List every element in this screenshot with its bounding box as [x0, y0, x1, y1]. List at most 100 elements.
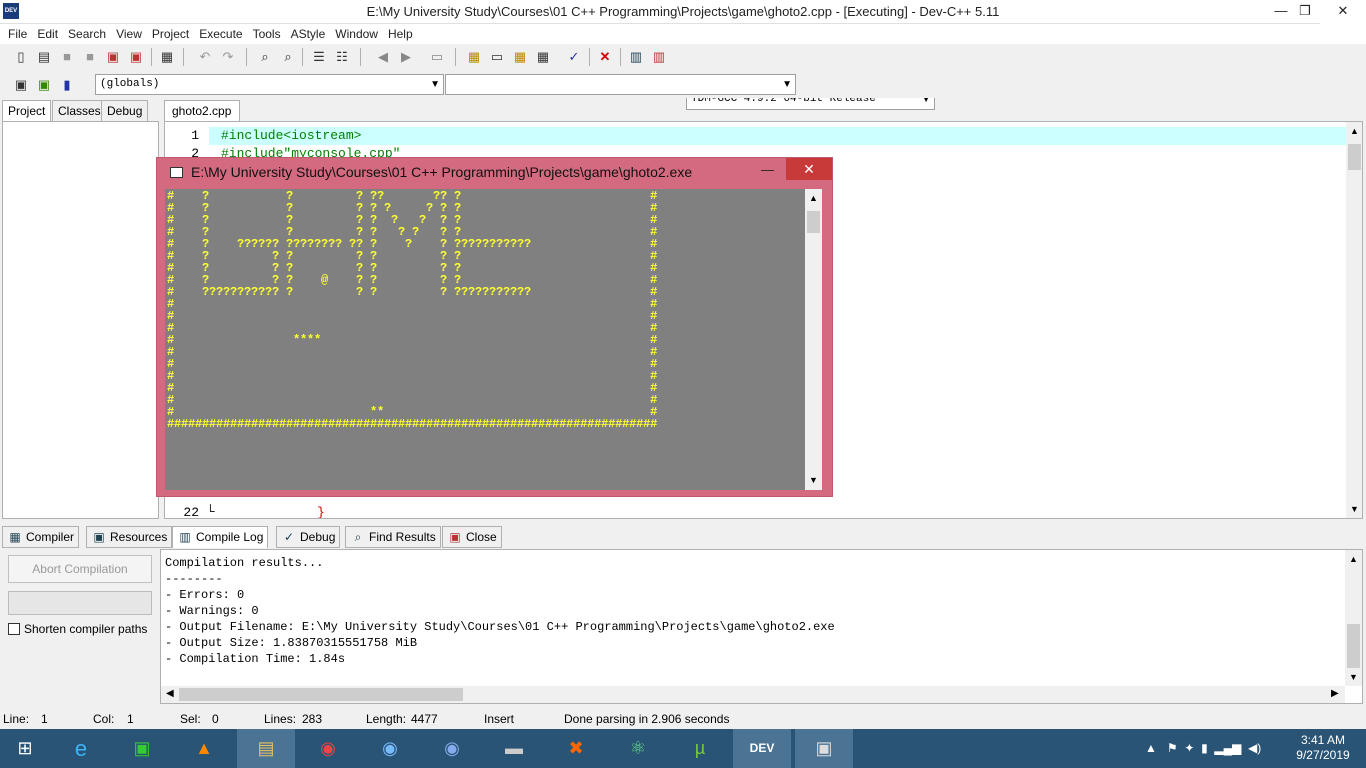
utorrent-icon[interactable]: µ	[671, 729, 729, 768]
devcpp-taskbar-icon[interactable]: DEV	[733, 729, 791, 768]
scrollbar-thumb[interactable]	[1348, 144, 1361, 170]
console-close-button[interactable]: ✕	[786, 158, 832, 180]
rebuild-icon[interactable]: ▦	[534, 48, 552, 66]
menu-window[interactable]: Window	[330, 25, 383, 43]
console-vertical-scrollbar[interactable]: ▲ ▼	[805, 189, 822, 490]
compile-icon[interactable]: ▦	[465, 48, 483, 66]
profile-icon[interactable]: ▥	[627, 48, 645, 66]
undo-icon[interactable]: ↶	[196, 48, 214, 66]
tab-close[interactable]: ▣ Close	[442, 526, 502, 548]
atom-icon[interactable]: ⚛	[609, 729, 667, 768]
editor-tab-ghoto2[interactable]: ghoto2.cpp	[164, 100, 240, 122]
chevron-up-icon[interactable]: ▲	[809, 193, 818, 203]
menu-edit[interactable]: Edit	[32, 25, 63, 43]
tab-resources[interactable]: ▣ Resources	[86, 526, 173, 548]
vlc-icon[interactable]: ▲	[175, 729, 233, 768]
print-icon[interactable]: ▦	[158, 48, 176, 66]
code-line[interactable]: }	[317, 504, 325, 518]
xampp-icon[interactable]: ✖	[547, 729, 605, 768]
flag-icon[interactable]: ⚑	[1167, 741, 1178, 755]
scrollbar-thumb[interactable]	[1347, 624, 1360, 668]
chevron-left-icon[interactable]: ◀	[166, 688, 174, 699]
find-icon[interactable]: ⌕	[256, 48, 274, 66]
menu-execute[interactable]: Execute	[194, 25, 247, 43]
new-file-icon[interactable]: ▯	[12, 48, 30, 66]
delete-profile-icon[interactable]: ▥	[650, 48, 668, 66]
syntax-check-icon[interactable]: ✓	[565, 48, 583, 66]
abort-compilation-button[interactable]: Abort Compilation	[8, 555, 152, 583]
dropbox-icon[interactable]: ✦	[1184, 741, 1194, 755]
chrome-icon[interactable]: ◉	[299, 729, 357, 768]
close-button[interactable]: ✕	[1320, 0, 1366, 24]
console-minimize-button[interactable]: —	[761, 162, 774, 177]
tab-project[interactable]: Project	[2, 100, 52, 122]
run-icon[interactable]: ▭	[488, 48, 506, 66]
tab-find-results[interactable]: ⌕ Find Results	[345, 526, 441, 548]
command-prompt-icon[interactable]: ▬	[485, 729, 543, 768]
redo-icon[interactable]: ↷	[219, 48, 237, 66]
scrollbar-thumb[interactable]	[807, 211, 820, 233]
ie-icon[interactable]: e	[52, 729, 110, 768]
chevron-down-icon[interactable]: ▼	[1349, 672, 1358, 682]
compile-log[interactable]: Compilation results... -------- - Errors…	[160, 549, 1363, 704]
log-vertical-scrollbar[interactable]: ▲ ▼	[1345, 550, 1362, 686]
chevron-down-icon[interactable]: ▼	[809, 475, 818, 485]
close-file-icon[interactable]: ▣	[104, 48, 122, 66]
menu-tools[interactable]: Tools	[248, 25, 286, 43]
console-window[interactable]: E:\My University Study\Courses\01 C++ Pr…	[156, 157, 833, 497]
console-taskbar-icon[interactable]: ▣	[795, 729, 853, 768]
network-icon[interactable]: ▂▄▆	[1214, 741, 1241, 755]
chevron-right-icon[interactable]: ▶	[1331, 688, 1339, 699]
volume-icon[interactable]: ◀)	[1248, 741, 1261, 755]
console-output[interactable]: # ? ? ? ?? ?? ? # # ? ? ? ? ? ? ? ? # # …	[165, 189, 805, 490]
save-icon[interactable]: ■	[58, 48, 76, 66]
shorten-paths-checkbox[interactable]: Shorten compiler paths	[8, 622, 147, 636]
code-line[interactable]: #include<iostream>	[221, 127, 361, 145]
compile-run-icon[interactable]: ▦	[511, 48, 529, 66]
menu-file[interactable]: File	[3, 25, 32, 43]
app-icon[interactable]: ◉	[361, 729, 419, 768]
store-icon[interactable]: ▣	[113, 729, 171, 768]
system-tray[interactable]: ▲ ⚑ ✦ ▮ ▂▄▆ ◀)	[1145, 741, 1261, 755]
checkbox-icon[interactable]	[8, 623, 20, 635]
chrome-canary-icon[interactable]: ◉	[423, 729, 481, 768]
menu-astyle[interactable]: AStyle	[286, 25, 331, 43]
menu-help[interactable]: Help	[383, 25, 418, 43]
class-browser-icon[interactable]: ▮	[58, 76, 76, 94]
scope-select[interactable]: (globals) ▼	[95, 74, 444, 95]
close-all-icon[interactable]: ▣	[127, 48, 145, 66]
member-select[interactable]: ▼	[445, 74, 796, 95]
tab-classes[interactable]: Classes	[52, 100, 107, 122]
toggle-bookmark-icon[interactable]: ▭	[428, 48, 446, 66]
project-panel[interactable]	[2, 121, 159, 519]
start-button[interactable]: ⊞	[0, 729, 50, 768]
goto-icon[interactable]: ▣	[35, 76, 53, 94]
scrollbar-thumb[interactable]	[179, 688, 463, 701]
battery-icon[interactable]: ▮	[1201, 741, 1208, 755]
file-explorer-icon[interactable]: ▤	[237, 729, 295, 768]
bookmark-forward-icon[interactable]: ▶	[397, 48, 415, 66]
chevron-down-icon[interactable]: ▼	[1350, 504, 1359, 514]
bookmark-back-icon[interactable]: ◀	[374, 48, 392, 66]
open-file-icon[interactable]: ▤	[35, 48, 53, 66]
tab-compiler[interactable]: ▦ Compiler	[2, 526, 80, 548]
menu-project[interactable]: Project	[147, 25, 194, 43]
save-all-icon[interactable]: ■	[81, 48, 99, 66]
fold-marker-icon[interactable]: └	[206, 504, 215, 518]
menu-view[interactable]: View	[111, 25, 147, 43]
tab-compile-log[interactable]: ▥ Compile Log	[172, 526, 269, 548]
stop-execution-icon[interactable]: ✕	[596, 48, 614, 66]
tab-debug-output[interactable]: ✓ Debug	[276, 526, 341, 548]
menu-search[interactable]: Search	[63, 25, 111, 43]
indent-icon[interactable]: ☰	[310, 48, 328, 66]
maximize-button[interactable]: ❐	[1288, 0, 1322, 24]
replace-icon[interactable]: ⌕	[279, 48, 297, 66]
chevron-up-icon[interactable]: ▲	[1145, 741, 1157, 755]
insert-icon[interactable]: ▣	[12, 76, 30, 94]
chevron-up-icon[interactable]: ▲	[1350, 126, 1359, 136]
log-horizontal-scrollbar[interactable]: ◀ ▶	[161, 686, 1345, 703]
unindent-icon[interactable]: ☷	[333, 48, 351, 66]
clock[interactable]: 3:41 AM 9/27/2019	[1290, 733, 1356, 763]
tab-debug[interactable]: Debug	[101, 100, 149, 122]
chevron-up-icon[interactable]: ▲	[1349, 554, 1358, 564]
